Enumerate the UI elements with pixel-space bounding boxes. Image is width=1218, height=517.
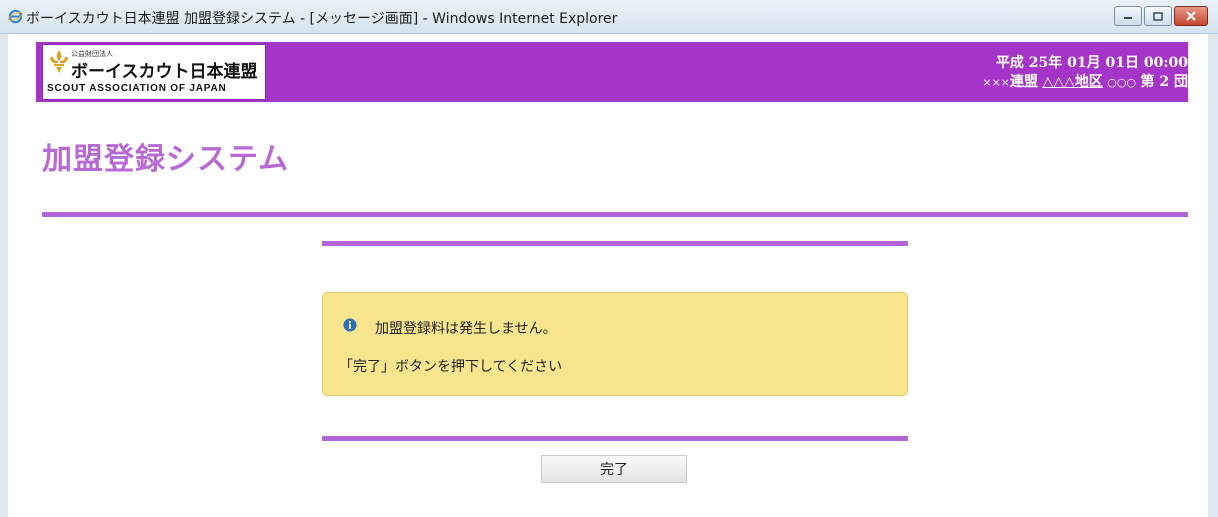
group-prefix: ○○○	[1107, 76, 1137, 89]
info-icon	[343, 318, 357, 332]
content-divider-top	[322, 241, 908, 246]
minimize-icon	[1124, 17, 1132, 19]
header-organization: ×××連盟 △△△地区 ○○○ 第 2 団	[982, 71, 1188, 91]
federation-prefix: ×××	[982, 76, 1011, 89]
group-name: 第 2 団	[1140, 74, 1189, 90]
window-controls	[1112, 6, 1208, 28]
site-logo[interactable]: 公益財団法人 ボーイスカウト日本連盟 SCOUT ASSOCIATION OF …	[42, 44, 266, 100]
maximize-icon	[1153, 11, 1163, 21]
close-icon	[1186, 11, 1196, 21]
close-button[interactable]	[1174, 6, 1208, 26]
window-titlebar: ボーイスカウト日本連盟 加盟登録システム - [メッセージ画面] - Windo…	[0, 0, 1218, 34]
minimize-button[interactable]	[1114, 6, 1142, 26]
district-link[interactable]: △△△地区	[1042, 74, 1102, 90]
page-title: 加盟登録システム	[42, 142, 290, 177]
federation-name: 連盟	[1010, 74, 1039, 90]
internet-explorer-icon	[8, 9, 23, 24]
message-line-1: 加盟登録料は発生しません。	[375, 321, 557, 337]
message-box: 加盟登録料は発生しません。 「完了」ボタンを押下してください	[322, 292, 908, 396]
logo-english-name: SCOUT ASSOCIATION OF JAPAN	[47, 83, 227, 94]
logo-name: ボーイスカウト日本連盟	[71, 62, 258, 82]
window-title: ボーイスカウト日本連盟 加盟登録システム - [メッセージ画面] - Windo…	[26, 11, 618, 27]
title-divider	[42, 212, 1188, 217]
scout-emblem-icon	[50, 50, 68, 73]
complete-button[interactable]: 完了	[541, 455, 687, 483]
browser-viewport	[0, 34, 1218, 517]
maximize-button[interactable]	[1144, 6, 1172, 26]
content-divider-bottom	[322, 436, 908, 441]
header-datetime: 平成 25年 01月 01日 00:00	[995, 55, 1188, 71]
message-line-2: 「完了」ボタンを押下してください	[339, 359, 563, 375]
